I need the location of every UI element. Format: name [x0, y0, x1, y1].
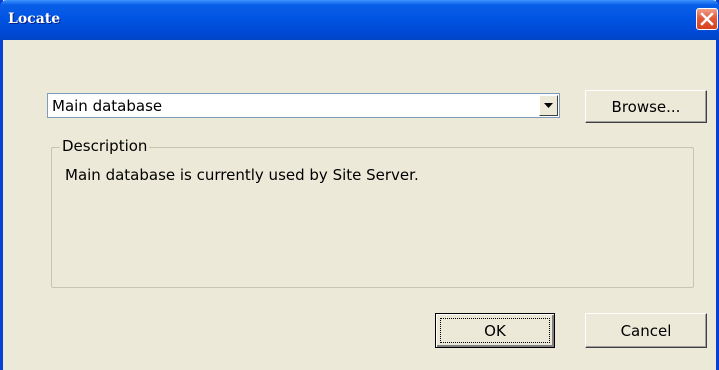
database-select[interactable]: Main database — [47, 93, 560, 118]
window-title: Locate — [8, 11, 61, 27]
cancel-button[interactable]: Cancel — [585, 313, 707, 348]
database-select-value: Main database — [52, 97, 163, 115]
description-text: Main database is currently used by Site … — [65, 166, 419, 184]
browse-button[interactable]: Browse... — [585, 90, 707, 123]
dropdown-button[interactable] — [539, 95, 558, 116]
close-button[interactable] — [696, 8, 718, 30]
title-bar[interactable]: Locate — [0, 0, 719, 40]
description-groupbox: Description Main database is currently u… — [51, 137, 694, 288]
close-icon — [700, 12, 714, 26]
description-label: Description — [60, 137, 150, 155]
chevron-down-icon — [544, 103, 553, 108]
focus-rectangle — [440, 318, 550, 343]
ok-button[interactable]: OK — [435, 313, 555, 348]
locate-dialog: Locate Main database Browse... Descripti… — [0, 0, 719, 370]
